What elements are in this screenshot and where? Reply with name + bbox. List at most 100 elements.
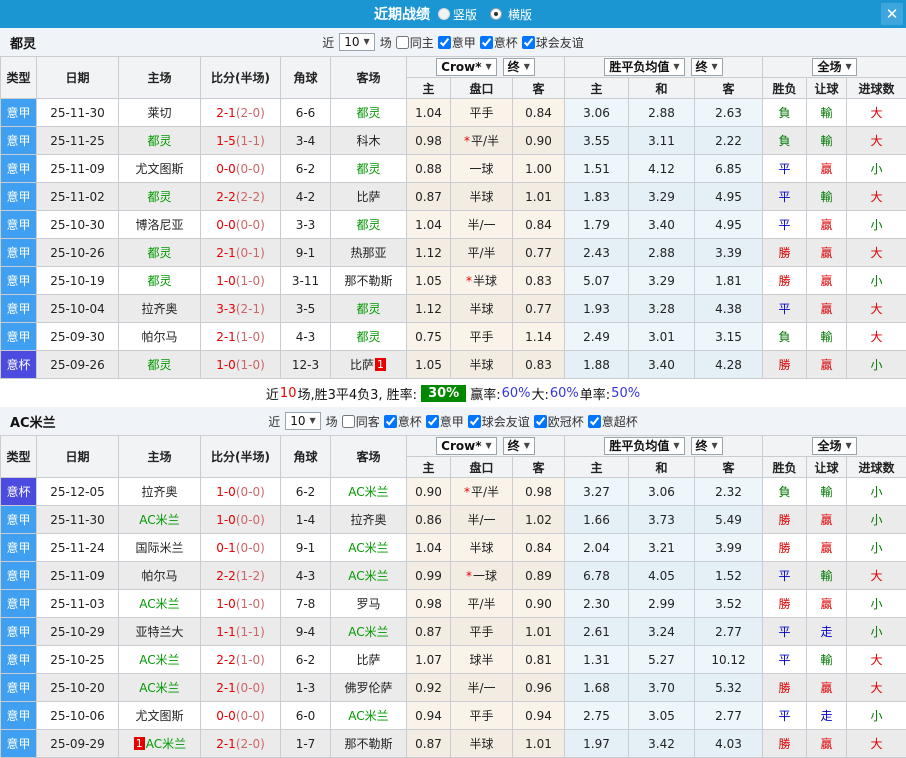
filter-checkbox[interactable] [522,36,535,49]
away-team-cell: 比萨1 [331,351,407,379]
result-cell: 負 [763,323,807,351]
odds-company-select[interactable]: Crow*▼ [436,58,497,76]
filter-checkbox[interactable] [396,36,409,49]
table-row: 意甲25-10-26都灵2-1(0-1)9-1热那亚1.12平/半0.772.4… [1,239,906,267]
odds-time-select[interactable]: 终▼ [503,58,535,76]
euro-avg-select[interactable]: 胜平负均值▼ [604,58,684,76]
column-header: 客 [513,78,565,99]
away-team-cell: 都灵 [331,295,407,323]
filter-checkbox[interactable] [588,415,601,428]
corners-cell: 4-2 [281,183,331,211]
filter-checkbox[interactable] [384,415,397,428]
home-odds-cell: 0.98 [407,127,451,155]
filter-checkbox[interactable] [426,415,439,428]
home-odds-cell: 1.05 [407,351,451,379]
team-name: AC米兰 [10,412,56,431]
euro-home-cell: 2.30 [565,590,629,618]
filter-option-同客[interactable]: 同客 [342,413,380,430]
euro-group-header: 胜平负均值▼ 终▼ [565,436,763,457]
filter-checkbox[interactable] [468,415,481,428]
euro-avg-select[interactable]: 胜平负均值▼ [604,437,684,455]
scope-select[interactable]: 全场▼ [812,437,856,455]
home-odds-cell: 0.94 [407,702,451,730]
handicap-result-cell: 走 [807,618,847,646]
sections-container: 都灵近10▼场同主意甲意杯球会友谊类型日期主场比分(半场)角球客场Crow*▼终… [0,28,906,758]
score-cell: 1-0(1-0) [201,351,281,379]
euro-time-select[interactable]: 终▼ [691,58,723,76]
summary-segment: 50% [611,386,640,401]
result-cell: 勝 [763,506,807,534]
filter-option-同主[interactable]: 同主 [396,34,434,51]
home-team-cell: 亚特兰大 [119,618,201,646]
filter-option-意甲[interactable]: 意甲 [426,413,464,430]
euro-home-cell: 6.78 [565,562,629,590]
home-team-cell: 拉齐奥 [119,295,201,323]
match-type-cell: 意甲 [1,127,37,155]
filter-suffix-label: 场 [326,413,338,430]
home-team-cell: 1AC米兰 [119,730,201,758]
odds-time-select[interactable]: 终▼ [503,437,535,455]
corners-cell: 6-2 [281,478,331,506]
filter-option-欧冠杯[interactable]: 欧冠杯 [534,413,584,430]
filter-checkbox[interactable] [534,415,547,428]
match-count-select[interactable]: 10▼ [339,33,374,51]
column-header: 客 [695,457,763,478]
filter-option-意杯[interactable]: 意杯 [384,413,422,430]
title-bar: 近期战绩 竖版 横版 ✕ [0,0,906,28]
match-type-cell: 意杯 [1,478,37,506]
odds-company-select[interactable]: Crow*▼ [436,437,497,455]
handicap-result-cell: 輸 [807,183,847,211]
match-date-cell: 25-09-30 [37,323,119,351]
filter-option-意超杯[interactable]: 意超杯 [588,413,638,430]
filter-bar: 近10▼场同主意甲意杯球会友谊 [322,33,584,51]
filter-option-球会友谊[interactable]: 球会友谊 [522,34,584,51]
euro-home-cell: 3.55 [565,127,629,155]
table-row: 意甲25-10-19都灵1-0(1-0)3-11那不勒斯1.05*半球0.835… [1,267,906,295]
close-icon[interactable]: ✕ [881,3,903,25]
handicap-cell: *半球 [451,267,513,295]
radio-vertical-layout[interactable]: 竖版 [438,6,477,23]
euro-home-cell: 5.07 [565,267,629,295]
scope-select[interactable]: 全场▼ [812,58,856,76]
away-team-cell: AC米兰 [331,618,407,646]
table-row: 意甲25-10-20AC米兰2-1(0-0)1-3佛罗伦萨0.92半/一0.96… [1,674,906,702]
away-team-cell: 科木 [331,127,407,155]
filter-option-意杯[interactable]: 意杯 [480,34,518,51]
euro-home-cell: 1.97 [565,730,629,758]
home-odds-cell: 1.12 [407,295,451,323]
table-row: 意杯25-12-05拉齐奥1-0(0-0)6-2AC米兰0.90*平/半0.98… [1,478,906,506]
column-header: 主 [565,78,629,99]
column-header: 和 [629,78,695,99]
handicap-cell: 半球 [451,534,513,562]
home-odds-cell: 1.04 [407,534,451,562]
match-count-select[interactable]: 10▼ [285,412,320,430]
column-header: 类型 [1,436,37,478]
home-team-cell: 帕尔马 [119,562,201,590]
radio-icon[interactable] [490,8,502,20]
filter-option-意甲[interactable]: 意甲 [438,34,476,51]
home-odds-cell: 0.87 [407,730,451,758]
result-cell: 負 [763,478,807,506]
euro-home-cell: 1.93 [565,295,629,323]
radio-icon[interactable] [438,8,450,20]
euro-time-select[interactable]: 终▼ [691,437,723,455]
filter-checkbox[interactable] [342,415,355,428]
match-date-cell: 25-11-24 [37,534,119,562]
summary-segment: 30% [421,385,466,402]
filter-checkbox[interactable] [480,36,493,49]
result-cell: 勝 [763,534,807,562]
corners-cell: 1-3 [281,674,331,702]
euro-draw-cell: 3.01 [629,323,695,351]
handicap-cell: 半球 [451,351,513,379]
filter-option-球会友谊[interactable]: 球会友谊 [468,413,530,430]
table-row: 意甲25-09-30帕尔马2-1(1-0)4-3都灵0.75平手1.142.49… [1,323,906,351]
result-cell: 勝 [763,674,807,702]
filter-checkbox[interactable] [438,36,451,49]
match-type-cell: 意甲 [1,323,37,351]
goals-result-cell: 大 [847,239,906,267]
home-team-cell: 都灵 [119,267,201,295]
goals-result-cell: 小 [847,478,906,506]
corners-cell: 9-1 [281,534,331,562]
radio-horizontal-layout[interactable]: 横版 [487,6,532,23]
goals-result-cell: 小 [847,534,906,562]
